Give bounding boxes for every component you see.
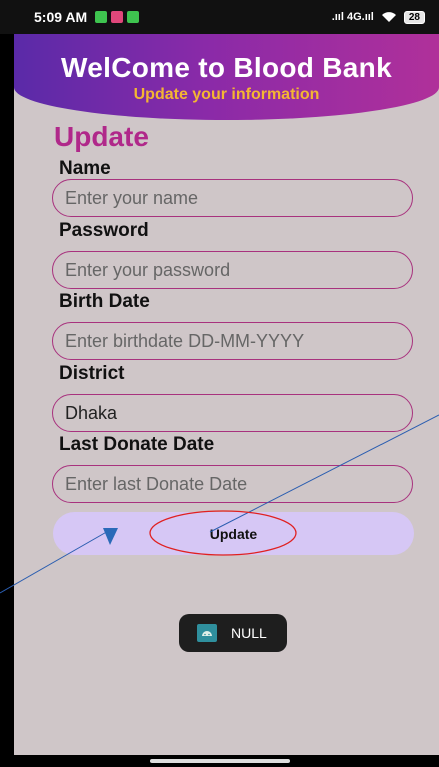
notification-icons	[95, 11, 140, 23]
district-label: District	[59, 363, 125, 384]
password-label: Password	[59, 220, 149, 241]
last-donate-date-label: Last Donate Date	[59, 434, 215, 455]
video-notification-icon	[111, 11, 124, 23]
name-input[interactable]: Enter your name	[52, 179, 413, 217]
message-notification-icon	[95, 11, 108, 23]
status-time: 5:09 AM	[34, 9, 88, 25]
header-subtitle: Update your information	[133, 86, 320, 103]
password-input[interactable]: Enter your password	[52, 251, 413, 289]
toast-text: NULL	[231, 625, 267, 641]
phone-screen: 5:09 AM .ııl 4G.ııl 28 WelCome to Blood …	[0, 0, 439, 767]
birth-date-input[interactable]: Enter birthdate DD-MM-YYYY	[52, 322, 413, 360]
home-gesture-handle[interactable]	[150, 759, 290, 763]
wifi-icon	[381, 12, 396, 22]
header-title: WelCome to Blood Bank	[61, 52, 392, 83]
navigation-bar	[0, 755, 439, 767]
chat-notification-icon	[127, 11, 140, 23]
app-content: WelCome to Blood Bank Update your inform…	[14, 34, 439, 755]
form-heading: Update	[54, 121, 149, 152]
birth-date-label: Birth Date	[59, 291, 150, 312]
signal-icon: .ııl 4G.ııl	[331, 11, 374, 23]
update-button[interactable]: Update	[53, 512, 414, 555]
name-label: Name	[59, 158, 111, 179]
android-app-icon	[197, 624, 217, 642]
last-donate-date-input[interactable]: Enter last Donate Date	[52, 465, 413, 503]
header-banner: WelCome to Blood Bank Update your inform…	[14, 34, 439, 120]
toast-message: NULL	[179, 614, 287, 652]
district-input[interactable]: Dhaka	[52, 394, 413, 432]
status-bar: 5:09 AM .ııl 4G.ııl 28	[0, 0, 439, 34]
update-button-label: Update	[209, 525, 258, 542]
battery-icon: 28	[403, 10, 425, 24]
status-indicators: .ııl 4G.ııl 28	[331, 10, 425, 24]
